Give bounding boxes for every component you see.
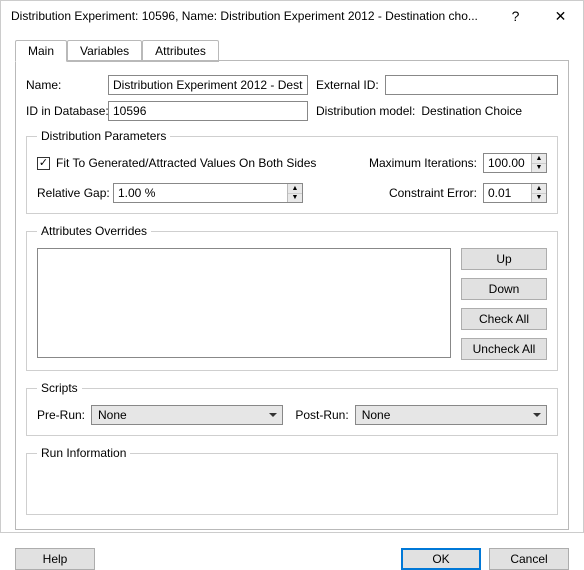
spinner-arrows[interactable]: ▲▼ <box>287 184 302 202</box>
post-run-combo[interactable]: None <box>355 405 547 425</box>
scripts-legend: Scripts <box>37 381 82 395</box>
pre-run-value: None <box>98 408 127 422</box>
id-db-field[interactable] <box>108 101 308 121</box>
max-iterations-value: 100.00 <box>484 154 531 172</box>
constraint-error-spinner[interactable]: 0.01 ▲▼ <box>483 183 547 203</box>
spinner-arrows[interactable]: ▲▼ <box>531 154 546 172</box>
relative-gap-spinner[interactable]: 1.00 % ▲▼ <box>113 183 303 203</box>
dist-model-label: Distribution model: <box>316 104 415 118</box>
relative-gap-label: Relative Gap: <box>37 186 107 200</box>
ok-button[interactable]: OK <box>401 548 481 570</box>
distribution-parameters-legend: Distribution Parameters <box>37 129 170 143</box>
post-run-value: None <box>362 408 391 422</box>
pre-run-label: Pre-Run: <box>37 408 85 422</box>
external-id-field[interactable] <box>385 75 558 95</box>
run-information-group: Run Information <box>26 446 558 515</box>
external-id-label: External ID: <box>316 78 379 92</box>
chevron-down-icon[interactable]: ▼ <box>288 194 302 203</box>
attributes-overrides-legend: Attributes Overrides <box>37 224 151 238</box>
chevron-down-icon[interactable]: ▼ <box>532 164 546 173</box>
chevron-down-icon[interactable]: ▼ <box>532 194 546 203</box>
id-db-label: ID in Database: <box>26 104 102 118</box>
scripts-group: Scripts Pre-Run: None Post-Run: None <box>26 381 558 436</box>
check-icon: ✓ <box>37 157 50 170</box>
fit-label: Fit To Generated/Attracted Values On Bot… <box>56 156 316 170</box>
run-information-body <box>37 470 547 504</box>
post-run-label: Post-Run: <box>295 408 348 422</box>
title-bar: Distribution Experiment: 10596, Name: Di… <box>1 1 583 31</box>
dist-model-value: Destination Choice <box>421 104 522 118</box>
name-label: Name: <box>26 78 102 92</box>
spinner-arrows[interactable]: ▲▼ <box>531 184 546 202</box>
constraint-error-label: Constraint Error: <box>389 186 477 200</box>
run-information-legend: Run Information <box>37 446 130 460</box>
distribution-parameters-group: Distribution Parameters ✓ Fit To Generat… <box>26 129 558 214</box>
down-button[interactable]: Down <box>461 278 547 300</box>
cancel-button[interactable]: Cancel <box>489 548 569 570</box>
help-button-footer[interactable]: Help <box>15 548 95 570</box>
uncheck-all-button[interactable]: Uncheck All <box>461 338 547 360</box>
window-title: Distribution Experiment: 10596, Name: Di… <box>11 9 493 23</box>
tab-variables[interactable]: Variables <box>67 40 142 62</box>
tab-strip: Main Variables Attributes <box>15 39 569 61</box>
dialog-footer: Help OK Cancel <box>1 540 583 570</box>
overrides-list[interactable] <box>37 248 451 358</box>
pre-run-combo[interactable]: None <box>91 405 283 425</box>
attributes-overrides-group: Attributes Overrides Up Down Check All U… <box>26 224 558 371</box>
relative-gap-value: 1.00 % <box>114 184 287 202</box>
fit-checkbox[interactable]: ✓ Fit To Generated/Attracted Values On B… <box>37 156 316 170</box>
max-iterations-label: Maximum Iterations: <box>369 156 477 170</box>
constraint-error-value: 0.01 <box>484 184 531 202</box>
chevron-up-icon[interactable]: ▲ <box>288 184 302 194</box>
help-button[interactable]: ? <box>493 1 538 31</box>
tab-main[interactable]: Main <box>15 40 67 62</box>
chevron-up-icon[interactable]: ▲ <box>532 184 546 194</box>
name-field[interactable] <box>108 75 308 95</box>
check-all-button[interactable]: Check All <box>461 308 547 330</box>
tab-pane-main: Name: External ID: ID in Database: Distr… <box>15 61 569 530</box>
chevron-up-icon[interactable]: ▲ <box>532 154 546 164</box>
up-button[interactable]: Up <box>461 248 547 270</box>
max-iterations-spinner[interactable]: 100.00 ▲▼ <box>483 153 547 173</box>
close-button[interactable]: ✕ <box>538 1 583 31</box>
tab-attributes[interactable]: Attributes <box>142 40 219 62</box>
